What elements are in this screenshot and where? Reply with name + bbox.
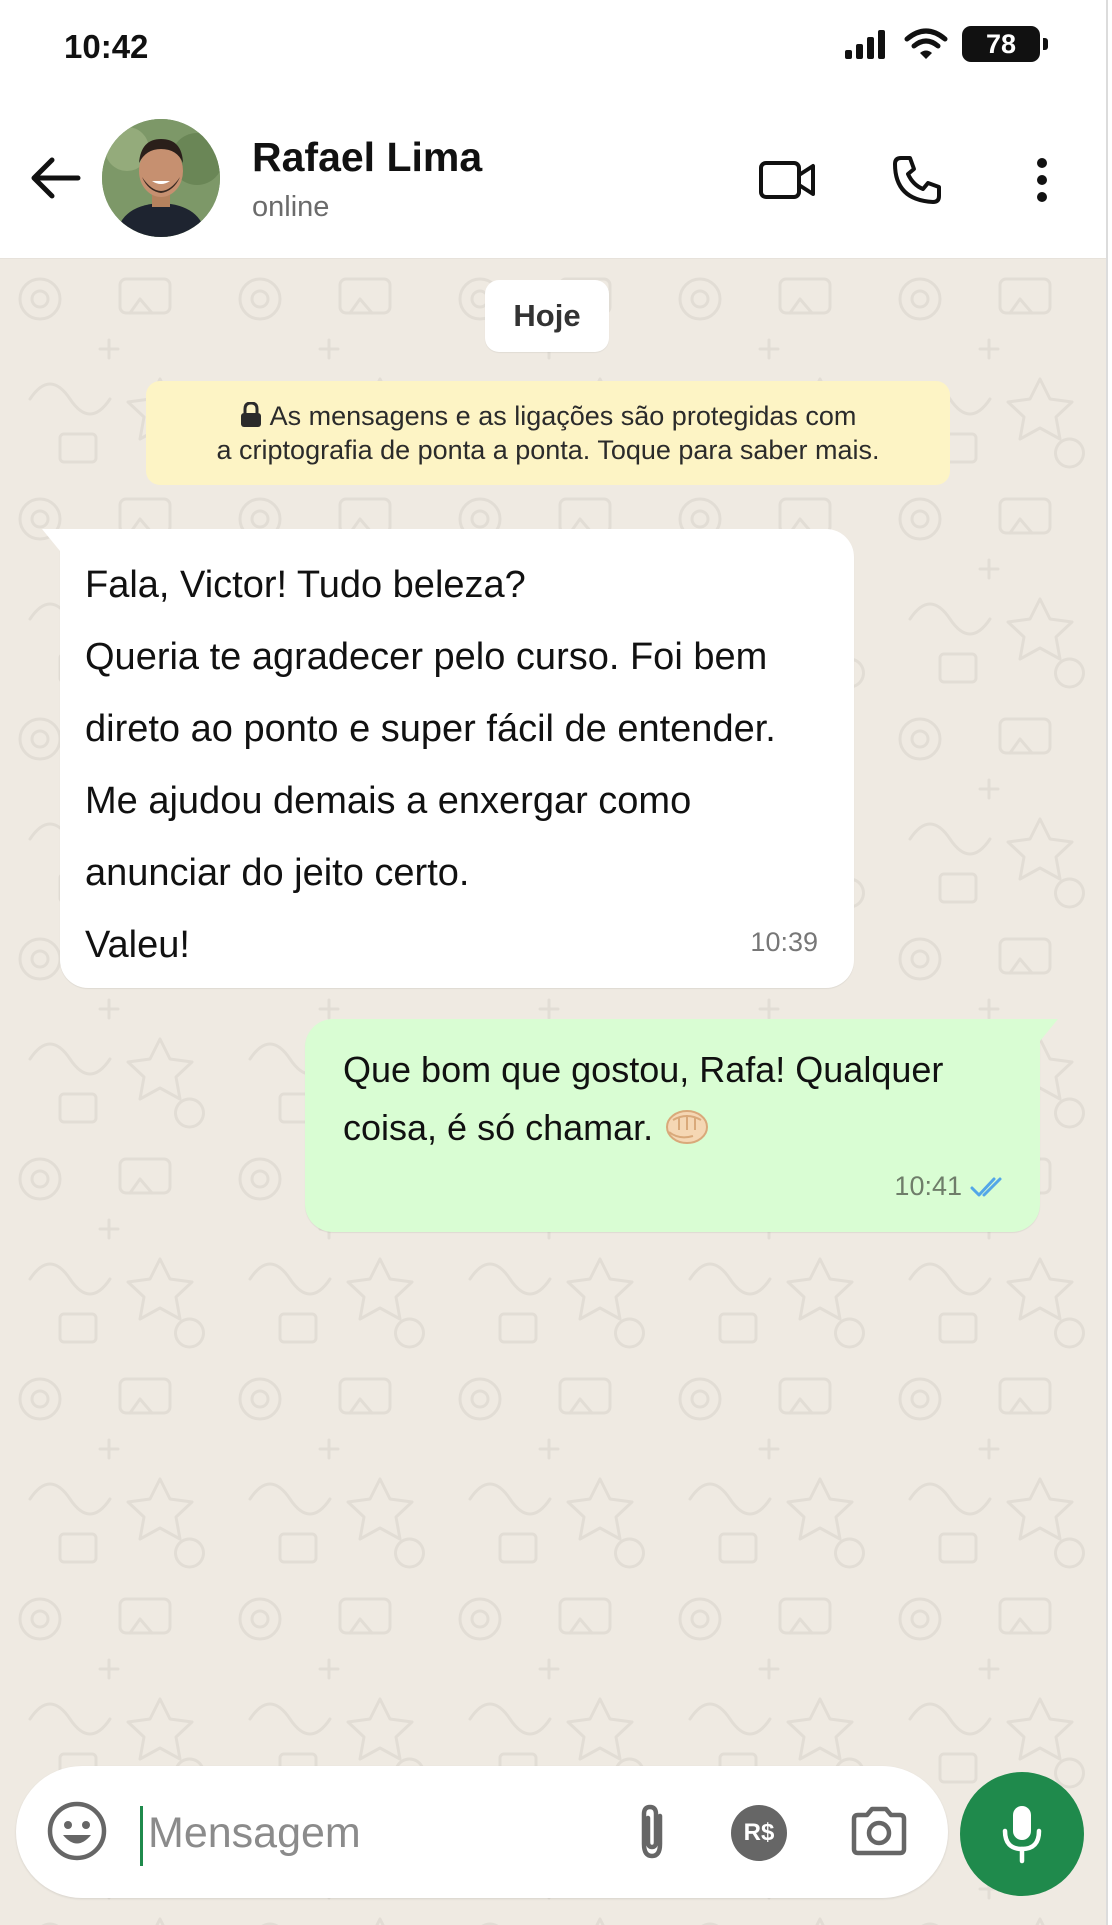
camera-button[interactable] xyxy=(846,1800,912,1862)
avatar[interactable] xyxy=(102,119,220,237)
message-time: 10:39 xyxy=(750,927,818,957)
status-time: 10:42 xyxy=(64,28,149,65)
message-line: Fala, Victor! Tudo beleza? xyxy=(85,564,526,606)
payment-label: R$ xyxy=(743,1819,775,1846)
wifi-icon xyxy=(904,28,948,59)
message-line: coisa, é só chamar. xyxy=(343,1107,654,1148)
contact-name[interactable]: Rafael Lima xyxy=(252,134,482,181)
message-text: Fala, Victor! Tudo beleza? Queria te agr… xyxy=(85,549,776,981)
phone-call-button[interactable] xyxy=(885,150,949,210)
lock-icon xyxy=(240,402,261,427)
video-call-button[interactable] xyxy=(755,150,819,210)
avatar-photo xyxy=(102,119,220,237)
message-time: 10:41 xyxy=(894,1171,962,1201)
encryption-text-1: As mensagens e as ligações são protegida… xyxy=(269,401,857,431)
top-bar: 10:42 78 Rafael Lima online xyxy=(0,0,1106,259)
mic-button[interactable] xyxy=(960,1772,1084,1896)
contact-status: online xyxy=(252,191,330,223)
video-call-icon xyxy=(759,161,815,199)
back-arrow-icon[interactable] xyxy=(28,150,84,206)
camera-icon xyxy=(851,1806,907,1856)
message-line: anunciar do jeito certo. xyxy=(85,852,470,894)
encryption-notice-line2: a criptografia de ponta a ponta. Toque p… xyxy=(216,435,880,465)
phone-frame: 10:42 78 Rafael Lima online Hoje As mens… xyxy=(0,0,1112,1925)
signal-icon xyxy=(845,30,885,59)
attach-icon xyxy=(641,1804,663,1859)
bubble-tail xyxy=(1040,1019,1058,1041)
date-separator: Hoje xyxy=(485,280,609,352)
chat-screen: 10:42 78 Rafael Lima online Hoje As mens… xyxy=(0,0,1108,1925)
message-meta: 10:41 xyxy=(894,1171,1010,1202)
battery-tip xyxy=(1043,38,1048,50)
more-options-icon xyxy=(1037,158,1047,202)
message-composer: R$ xyxy=(16,1766,948,1898)
attach-button[interactable] xyxy=(620,1800,684,1864)
message-line: direto ao ponto e super fácil de entende… xyxy=(85,708,776,750)
emoji-button[interactable] xyxy=(44,1798,110,1864)
status-icons: 78 xyxy=(844,26,1048,62)
payment-button[interactable]: R$ xyxy=(728,1802,790,1864)
battery-icon: 78 xyxy=(962,26,1048,62)
incoming-message-bubble[interactable]: Fala, Victor! Tudo beleza? Queria te agr… xyxy=(42,529,854,988)
message-line: Valeu! xyxy=(85,924,190,966)
encryption-notice[interactable]: As mensagens e as ligações são protegida… xyxy=(146,381,950,485)
battery-level: 78 xyxy=(985,28,1017,59)
bubble-tail xyxy=(42,529,60,551)
double-check-read-icon xyxy=(970,1177,1002,1196)
payment-icon: R$ xyxy=(731,1805,787,1861)
message-line: Me ajudou demais a enxergar como xyxy=(85,780,692,822)
message-line: Que bom que gostou, Rafa! Qualquer xyxy=(343,1049,944,1090)
encryption-notice-line1: As mensagens e as ligações são protegida… xyxy=(146,399,950,433)
emoji-icon xyxy=(47,1801,107,1861)
phone-call-icon xyxy=(893,156,941,204)
fist-bump-emoji xyxy=(666,1110,709,1144)
message-line-with-emoji: coisa, é só chamar. xyxy=(343,1099,943,1157)
message-line: Queria te agradecer pelo curso. Foi bem xyxy=(85,636,768,678)
mic-icon xyxy=(1002,1806,1042,1864)
outgoing-message-bubble[interactable]: Que bom que gostou, Rafa! Qualquer coisa… xyxy=(305,1019,1058,1232)
text-caret xyxy=(140,1806,143,1866)
message-text: Que bom que gostou, Rafa! Qualquer coisa… xyxy=(343,1041,943,1157)
message-input[interactable] xyxy=(146,1794,620,1872)
more-options-button[interactable] xyxy=(1012,150,1072,210)
